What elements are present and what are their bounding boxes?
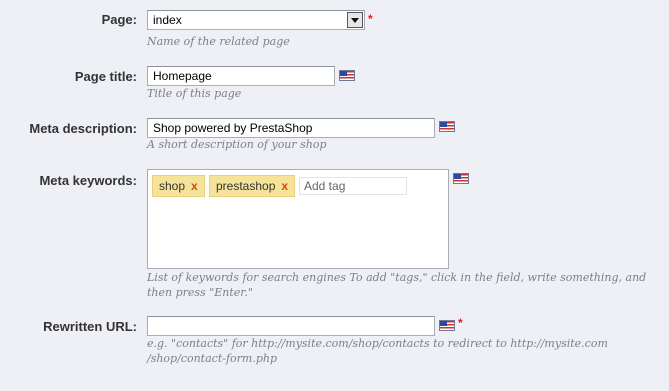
us-flag-icon[interactable]	[439, 320, 455, 331]
required-marker: *	[368, 12, 373, 26]
us-flag-icon[interactable]	[339, 70, 355, 81]
page-hint: Name of the related page	[147, 35, 290, 48]
page-title-hint: Title of this page	[147, 87, 242, 100]
us-flag-icon[interactable]	[439, 121, 455, 132]
page-select-value: index	[153, 13, 182, 27]
remove-tag-icon[interactable]: x	[281, 179, 288, 193]
meta-keywords-tag-box[interactable]: shop x prestashop x Add tag	[147, 169, 449, 269]
meta-keywords-label: Meta keywords:	[39, 173, 137, 188]
rewritten-url-hint-line1: e.g. "contacts" for http://mysite.com/sh…	[147, 337, 608, 350]
rewritten-url-input[interactable]	[147, 316, 435, 336]
page-title-label: Page title:	[74, 69, 137, 84]
meta-description-hint: A short description of your shop	[147, 138, 327, 151]
page-select[interactable]: index	[147, 10, 365, 30]
page-label: Page:	[101, 12, 137, 27]
meta-description-input[interactable]	[147, 118, 435, 138]
required-marker: *	[458, 316, 463, 330]
page-title-input[interactable]	[147, 66, 335, 86]
add-tag-input[interactable]: Add tag	[299, 177, 407, 195]
rewritten-url-hint-line2: /shop/contact-form.php	[147, 352, 277, 365]
tag-label: shop	[159, 179, 186, 193]
tag-label: prestashop	[216, 179, 276, 193]
us-flag-icon[interactable]	[453, 173, 469, 184]
rewritten-url-label: Rewritten URL:	[43, 319, 137, 334]
meta-keywords-hint-line1: List of keywords for search engines To a…	[147, 271, 647, 284]
meta-description-label: Meta description:	[29, 121, 137, 136]
tag-prestashop: prestashop x	[209, 175, 296, 197]
meta-keywords-hint-line2: then press "Enter."	[147, 286, 253, 299]
remove-tag-icon[interactable]: x	[191, 179, 198, 193]
tag-shop: shop x	[152, 175, 205, 197]
chevron-down-icon[interactable]	[347, 12, 363, 28]
